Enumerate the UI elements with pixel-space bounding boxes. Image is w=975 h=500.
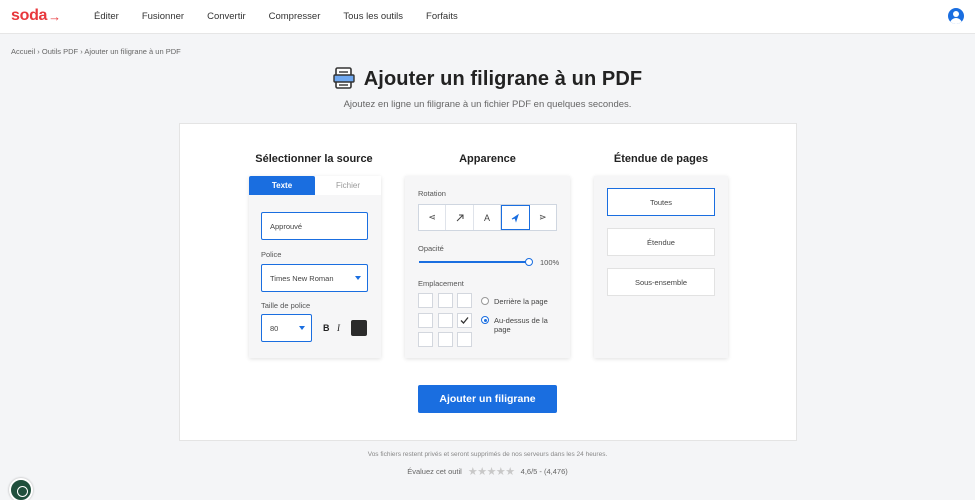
opacity-label: Opacité	[418, 244, 444, 253]
range-span-button[interactable]: Étendue	[607, 228, 715, 256]
placement-top-center[interactable]	[438, 293, 453, 308]
text-color-picker[interactable]	[351, 320, 367, 336]
source-section-title: Sélectionner la source	[255, 153, 373, 165]
opacity-slider-track[interactable]	[419, 261, 528, 263]
page-title: Ajouter un filigrane à un PDF	[363, 67, 643, 90]
placement-middle-right[interactable]	[457, 313, 472, 328]
nav-merge[interactable]: Fusionner	[142, 11, 184, 22]
watermark-pdf-icon	[333, 67, 355, 91]
breadcrumb: Accueil › Outils PDF › Ajouter un filigr…	[11, 47, 181, 56]
italic-button[interactable]: I	[337, 323, 340, 333]
font-select-value: Times New Roman	[270, 273, 334, 283]
placement-top-left[interactable]	[418, 293, 433, 308]
main-nav: Éditer Fusionner Convertir Compresser To…	[94, 11, 458, 22]
rotate-right-icon[interactable]: ⋗	[530, 205, 556, 230]
logo-text: soda	[11, 7, 48, 24]
watermark-text-input[interactable]: Approuvé	[261, 212, 368, 240]
add-watermark-button[interactable]: Ajouter un filigrane	[418, 385, 557, 413]
nav-compress[interactable]: Compresser	[269, 11, 321, 22]
tab-text[interactable]: Texte	[249, 176, 315, 195]
font-size-label: Taille de police	[261, 301, 311, 310]
above-page-label: Au-dessus de la page	[494, 316, 548, 334]
rating-score: 4,6/5 - (4,476)	[520, 467, 568, 476]
checkmark-icon	[460, 317, 469, 324]
radio-above-page[interactable]	[481, 316, 489, 324]
rotation-options: ⋖ A ⋗	[418, 204, 557, 231]
source-tabs: Texte Fichier	[249, 176, 381, 195]
placement-bottom-left[interactable]	[418, 332, 433, 347]
page-header: Ajouter un filigrane à un PDF	[0, 67, 975, 91]
placement-middle-left[interactable]	[418, 313, 433, 328]
placement-bottom-right[interactable]	[457, 332, 472, 347]
rotate-horizontal-icon[interactable]: A	[474, 205, 502, 230]
rotate-diagonal-down-icon[interactable]	[501, 205, 530, 230]
font-size-select[interactable]: 80	[261, 314, 312, 342]
page-range-section-title: Étendue de pages	[613, 153, 709, 165]
breadcrumb-current: Ajouter un filigrane à un PDF	[84, 47, 181, 56]
range-all-button[interactable]: Toutes	[607, 188, 715, 216]
opacity-value: 100%	[540, 258, 560, 267]
logo-arrow-icon: →	[48, 8, 61, 24]
top-navigation-bar: soda → Éditer Fusionner Convertir Compre…	[0, 0, 975, 34]
radio-behind-page[interactable]	[481, 297, 489, 305]
placement-label: Emplacement	[418, 279, 464, 288]
nav-pricing[interactable]: Forfaits	[426, 11, 458, 22]
font-label: Police	[261, 250, 282, 259]
font-size-value: 80	[270, 323, 279, 333]
rotate-diagonal-up-icon[interactable]	[446, 205, 474, 230]
privacy-note: Vos fichiers restent privés et seront su…	[367, 451, 608, 458]
opacity-slider-thumb[interactable]	[525, 258, 533, 266]
cookie-settings-icon[interactable]	[9, 478, 33, 500]
tab-file[interactable]: Fichier	[315, 176, 381, 195]
page-subtitle: Ajoutez en ligne un filigrane à un fichi…	[343, 99, 632, 110]
nav-convert[interactable]: Convertir	[207, 11, 246, 22]
bold-button[interactable]: B	[323, 323, 330, 333]
breadcrumb-home[interactable]: Accueil	[11, 47, 35, 56]
chevron-down-icon	[355, 276, 361, 280]
rotation-label: Rotation	[418, 189, 446, 198]
placement-bottom-center[interactable]	[438, 332, 453, 347]
font-select[interactable]: Times New Roman	[261, 264, 368, 292]
rotate-left-icon[interactable]: ⋖	[419, 205, 447, 230]
user-icon[interactable]	[948, 8, 964, 24]
appearance-section-title: Apparence	[459, 153, 516, 165]
nav-all-tools[interactable]: Tous les outils	[343, 11, 403, 22]
range-subset-button[interactable]: Sous-ensemble	[607, 268, 715, 296]
nav-edit[interactable]: Éditer	[94, 11, 119, 22]
breadcrumb-pdf-tools[interactable]: Outils PDF	[42, 47, 78, 56]
rating-label: Évaluez cet outil	[407, 467, 462, 476]
behind-page-label: Derrière la page	[494, 297, 548, 306]
rating-stars-icon[interactable]: ★★★★★	[468, 465, 515, 478]
placement-top-right[interactable]	[457, 293, 472, 308]
rating-row: Évaluez cet outil ★★★★★ 4,6/5 - (4,476)	[0, 465, 975, 478]
placement-center[interactable]	[438, 313, 453, 328]
soda-logo[interactable]: soda →	[11, 7, 61, 25]
chevron-down-icon	[299, 326, 305, 330]
